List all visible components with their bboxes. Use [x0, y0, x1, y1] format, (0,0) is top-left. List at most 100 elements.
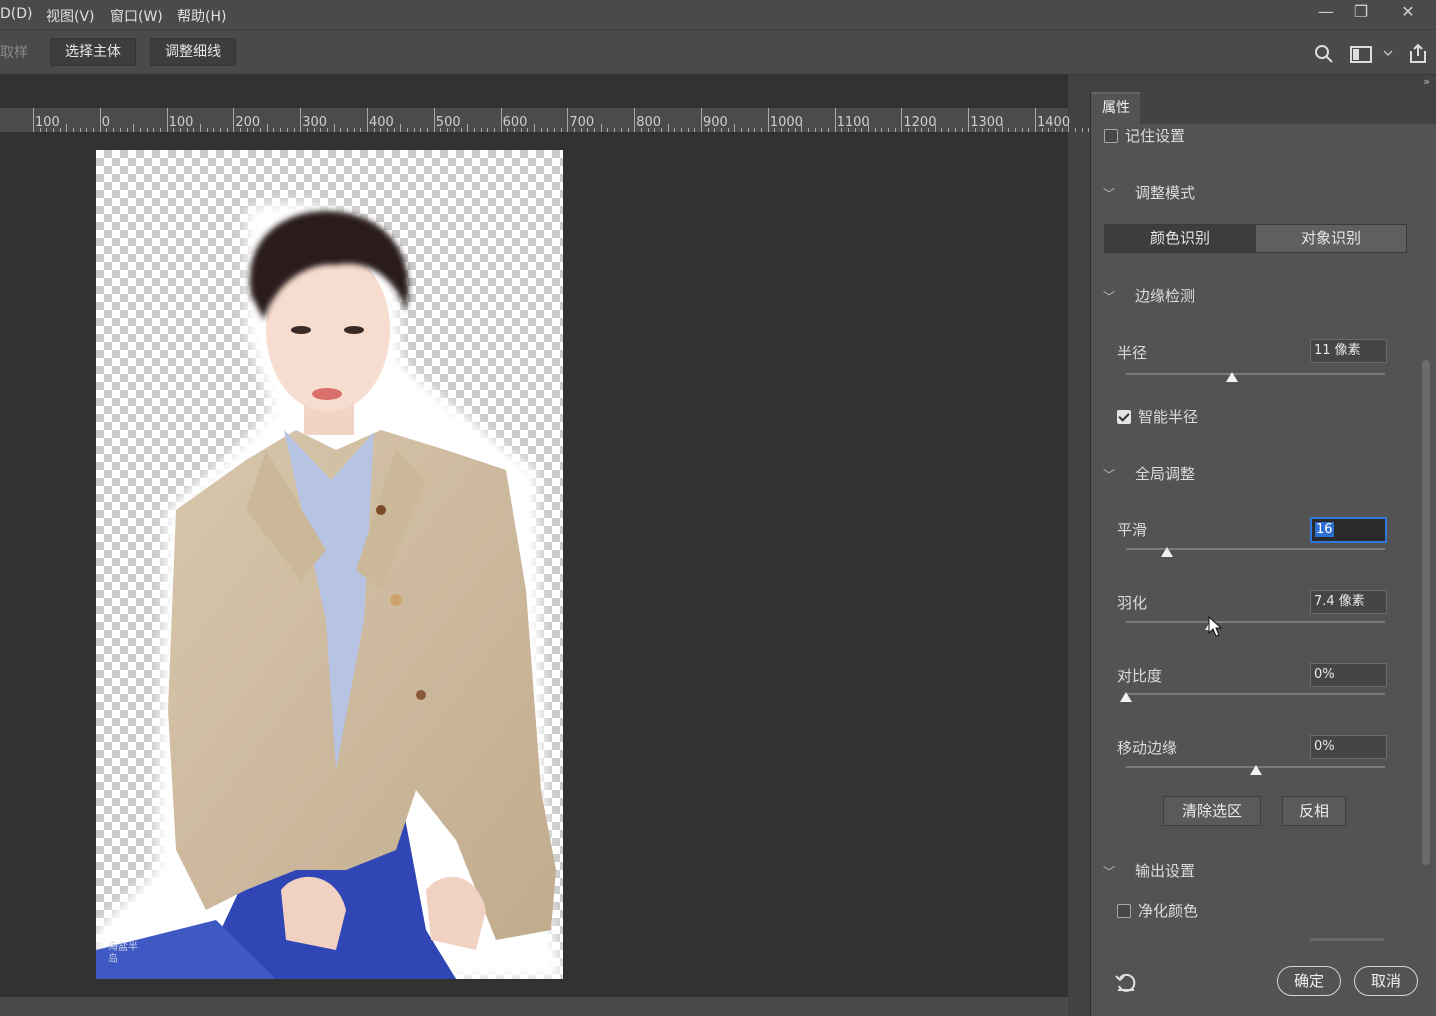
ruler-tick	[306, 128, 308, 132]
ruler-tick	[46, 128, 48, 132]
smooth-field[interactable]: 16	[1310, 517, 1387, 543]
menu-item-window[interactable]: 窗口(W)	[110, 6, 163, 26]
chevron-down-icon[interactable]: ﹀	[1103, 185, 1115, 202]
radius-field[interactable]: 11 像素	[1310, 339, 1387, 363]
ok-button[interactable]: 确定	[1277, 966, 1341, 996]
contrast-slider-track[interactable]	[1126, 693, 1385, 695]
ruler-tick	[433, 108, 435, 132]
ruler-tick	[600, 124, 602, 132]
ruler-tick	[407, 128, 409, 132]
refine-hair-button[interactable]: 调整细线	[150, 38, 236, 66]
ruler-tick	[627, 128, 629, 132]
ruler-tick	[741, 128, 743, 132]
search-icon[interactable]	[1314, 44, 1334, 64]
ruler-tick	[113, 128, 115, 132]
workspace-icon[interactable]	[1350, 46, 1372, 63]
ruler-tick	[640, 128, 642, 132]
decontaminate-checkbox[interactable]	[1117, 904, 1131, 918]
ruler-tick	[413, 128, 415, 132]
feather-slider-track[interactable]	[1126, 621, 1385, 623]
ruler-tick	[220, 128, 222, 132]
ruler-tick	[814, 128, 816, 132]
ruler-tick	[186, 128, 188, 132]
ruler-tick	[801, 124, 803, 132]
ruler-tick	[587, 128, 589, 132]
feather-field[interactable]: 7.4 像素	[1310, 590, 1387, 614]
ruler-tick	[293, 128, 295, 132]
reset-icon[interactable]	[1114, 970, 1138, 994]
remember-settings-checkbox[interactable]	[1104, 129, 1118, 143]
mode-color-button[interactable]: 颜色识别	[1104, 224, 1256, 253]
ruler-tick	[868, 124, 869, 132]
smart-radius-checkbox[interactable]	[1117, 410, 1131, 424]
ruler-tick	[687, 128, 689, 132]
ruler-tick	[493, 128, 495, 132]
ruler-tick	[1008, 128, 1010, 132]
chevron-down-icon[interactable]: ﹀	[1103, 466, 1115, 483]
share-icon[interactable]	[1407, 42, 1429, 64]
horizontal-ruler: 100 0 100 200 300 400 500 600 700 800 900 1000 1100 1…	[0, 108, 1097, 133]
ruler-tick	[767, 108, 769, 132]
collapse-panel-icon[interactable]: »	[1423, 75, 1430, 88]
ruler-tick	[807, 128, 809, 132]
ruler-tick	[914, 128, 916, 132]
ruler-tick	[827, 128, 829, 132]
ruler-tick	[367, 108, 368, 132]
ruler-tick	[714, 128, 716, 132]
ruler-tick	[513, 128, 515, 132]
ruler-tick	[654, 128, 656, 132]
restore-icon[interactable]: ❐	[1341, 0, 1381, 25]
ruler-tick	[580, 128, 582, 132]
close-icon[interactable]: ✕	[1388, 0, 1428, 25]
invert-button[interactable]: 反相	[1282, 796, 1346, 826]
panel-scrollbar[interactable]	[1420, 140, 1432, 940]
panel-scrollbar-thumb[interactable]	[1422, 360, 1430, 865]
menu-item-help[interactable]: 帮助(H)	[177, 6, 226, 26]
minimize-icon[interactable]: —	[1306, 0, 1346, 25]
chevron-down-icon[interactable]: ﹀	[1103, 288, 1115, 305]
ruler-tick	[99, 108, 101, 132]
ruler-tick	[86, 128, 88, 132]
ruler-tick	[1021, 128, 1023, 132]
ruler-tick	[313, 128, 315, 132]
ruler-tick	[727, 128, 729, 132]
ruler-tick	[273, 128, 275, 132]
feather-label: 羽化	[1117, 594, 1148, 612]
ruler-tick	[527, 128, 529, 132]
ruler-tick	[280, 128, 282, 132]
ruler-tick	[821, 128, 823, 132]
ruler-tick	[1068, 124, 1070, 132]
ruler-tick	[393, 128, 395, 132]
ruler-tick	[734, 124, 736, 132]
contrast-field[interactable]: 0%	[1310, 663, 1387, 687]
ruler-tick	[520, 128, 522, 132]
smart-radius-label: 智能半径	[1138, 408, 1199, 426]
menu-item-view[interactable]: 视图(V)	[46, 6, 95, 26]
horizontal-scrollbar[interactable]	[0, 997, 1068, 1016]
ruler-tick	[346, 128, 348, 132]
ruler-tick	[994, 128, 996, 132]
menu-item-select[interactable]: D(D)	[0, 6, 32, 22]
ruler-tick	[540, 128, 542, 132]
tab-properties[interactable]: 属性	[1092, 92, 1140, 124]
ruler-tick	[126, 128, 128, 132]
chevron-down-icon[interactable]: ﹀	[1103, 863, 1115, 880]
ruler-tick	[841, 128, 843, 132]
shift-edge-field[interactable]: 0%	[1310, 735, 1387, 759]
ruler-tick	[794, 128, 796, 132]
clear-selection-button[interactable]: 清除选区	[1163, 796, 1261, 826]
ruler-tick	[400, 124, 402, 132]
mode-object-button[interactable]: 对象识别	[1255, 224, 1407, 253]
chevron-down-icon[interactable]	[1383, 50, 1393, 58]
radius-slider-thumb[interactable]	[1226, 372, 1239, 382]
radius-slider-track[interactable]	[1126, 373, 1385, 375]
smooth-slider-thumb[interactable]	[1161, 547, 1174, 557]
output-field-edge	[1310, 938, 1384, 941]
section-edge-detection: 边缘检测	[1135, 287, 1196, 305]
cancel-button[interactable]: 取消	[1354, 966, 1418, 996]
shift-edge-slider-thumb[interactable]	[1249, 765, 1262, 775]
panel-header-strip: »	[1090, 75, 1436, 92]
sample-label: 取样	[0, 45, 28, 61]
contrast-slider-thumb[interactable]	[1120, 692, 1132, 702]
select-subject-button[interactable]: 选择主体	[50, 38, 136, 66]
